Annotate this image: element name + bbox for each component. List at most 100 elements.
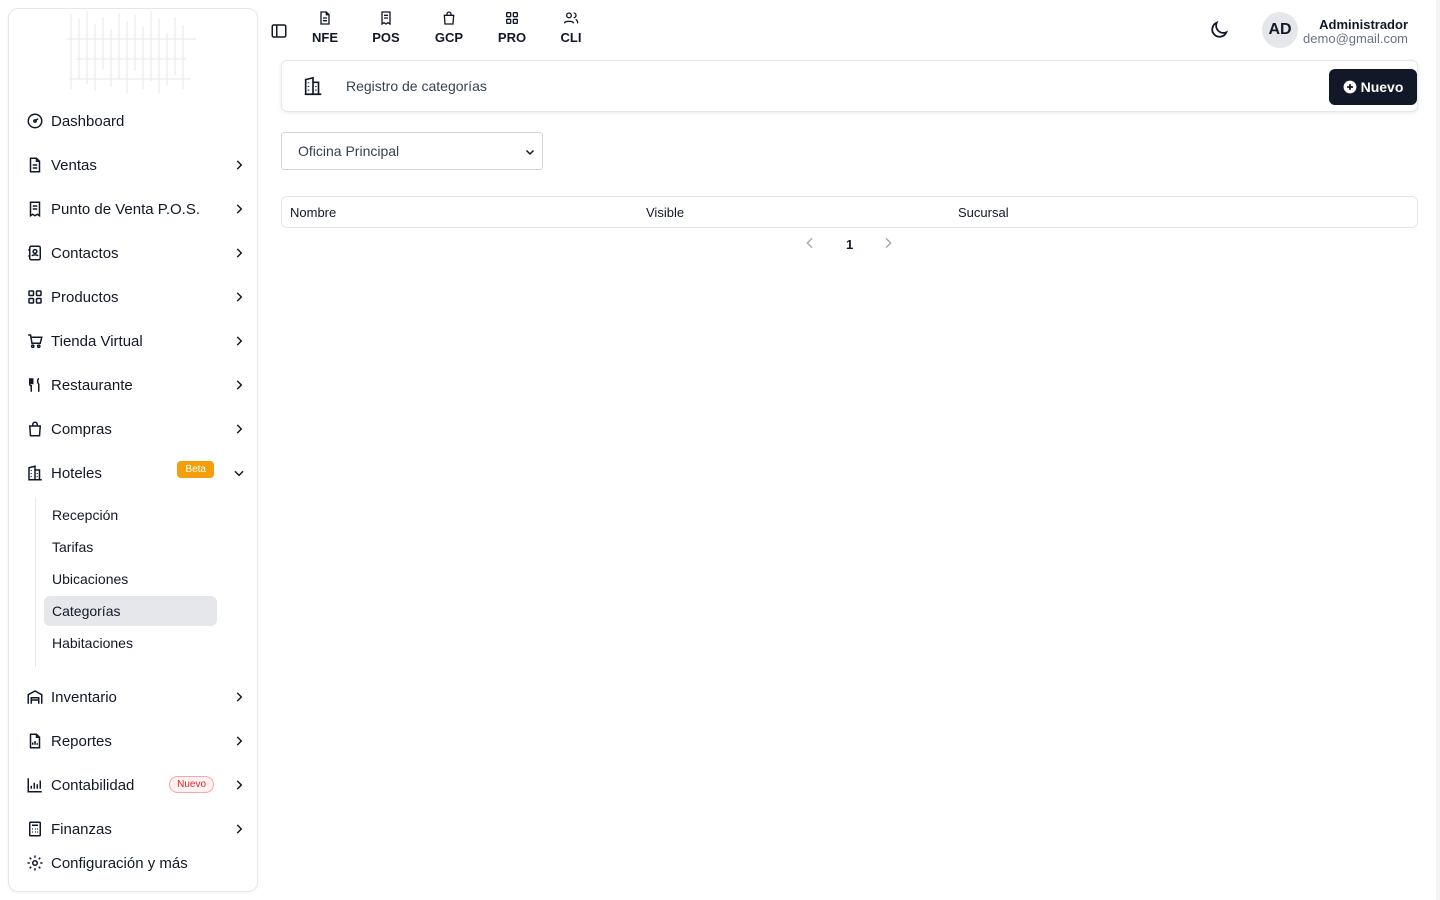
sidebar-item-label: Hoteles (51, 464, 102, 482)
sidebar-item-compras[interactable]: Compras (25, 413, 247, 445)
sidebar-item-ventas[interactable]: Ventas (25, 149, 247, 181)
sidebar: Dashboard Ventas Punto de Venta P.O.S. C… (8, 8, 258, 892)
gauge-icon (25, 111, 45, 131)
grid-icon (25, 287, 45, 307)
sidebar-item-inventario[interactable]: Inventario (25, 681, 247, 713)
branch-select-value: Oficina Principal (298, 143, 400, 159)
warehouse-icon (25, 687, 45, 707)
nuevo-badge: Nuevo (169, 776, 214, 793)
report-icon (25, 731, 45, 751)
chevron-right-icon (231, 245, 247, 261)
panel-left-icon (271, 24, 287, 38)
sidebar-item-label: Configuración y más (51, 854, 188, 872)
chevron-right-icon (231, 157, 247, 173)
scrollbar[interactable] (1436, 0, 1440, 900)
shopping-bag-icon (25, 419, 45, 439)
quick-link-label: POS (372, 30, 400, 45)
page-title: Registro de categorías (346, 78, 487, 94)
user-email: demo@gmail.com (1303, 31, 1408, 46)
submenu-divider (35, 497, 36, 667)
plus-circle-icon (1343, 80, 1357, 94)
sidebar-item-productos[interactable]: Productos (25, 281, 247, 313)
chevron-down-icon (525, 149, 535, 156)
submenu-item-categorias[interactable]: Categorías (44, 596, 217, 626)
sidebar-item-hoteles[interactable]: Hoteles Beta (25, 457, 247, 489)
chevron-down-icon (231, 465, 247, 481)
chevron-right-icon (231, 821, 247, 837)
quick-link-nfe[interactable]: NFE (302, 10, 348, 50)
chevron-right-icon (231, 333, 247, 349)
sidebar-item-label: Ventas (51, 156, 97, 174)
calculator-icon (25, 819, 45, 839)
chevron-right-icon (231, 377, 247, 393)
beta-badge: Beta (177, 461, 214, 478)
sidebar-item-dashboard[interactable]: Dashboard (25, 105, 247, 137)
shopping-bag-icon (443, 11, 455, 25)
sidebar-toggle-button[interactable] (266, 18, 292, 44)
quick-link-pos[interactable]: POS (363, 10, 409, 50)
chevron-left-icon[interactable] (802, 235, 818, 251)
grid-icon (506, 12, 518, 24)
contact-book-icon (25, 243, 45, 263)
chevron-right-icon (231, 201, 247, 217)
quick-link-label: NFE (312, 30, 338, 45)
chevron-right-icon (231, 733, 247, 749)
branch-select[interactable]: Oficina Principal (281, 132, 543, 170)
sidebar-item-label: Contactos (51, 244, 119, 262)
sidebar-item-label: Finanzas (51, 820, 112, 838)
submenu-item-tarifas[interactable]: Tarifas (44, 532, 217, 562)
sidebar-item-label: Restaurante (51, 376, 133, 394)
column-header-sucursal[interactable]: Sucursal (958, 205, 1009, 220)
sidebar-item-reportes[interactable]: Reportes (25, 725, 247, 757)
column-header-nombre[interactable]: Nombre (290, 205, 336, 220)
building-icon (25, 463, 45, 483)
sidebar-item-label: Dashboard (51, 112, 125, 130)
quick-link-pro[interactable]: PRO (489, 10, 535, 50)
quick-link-label: PRO (497, 30, 527, 45)
file-text-icon (25, 155, 45, 175)
company-logo (66, 11, 196, 93)
sidebar-item-contactos[interactable]: Contactos (25, 237, 247, 269)
building-icon (304, 76, 322, 96)
submenu-item-habitaciones[interactable]: Habitaciones (44, 628, 217, 658)
chevron-right-icon[interactable] (880, 235, 896, 251)
sidebar-item-label: Inventario (51, 688, 117, 706)
page-header: Registro de categorías Nuevo (281, 60, 1418, 112)
gear-icon (25, 853, 45, 873)
sidebar-item-restaurante[interactable]: Restaurante (25, 369, 247, 401)
sidebar-item-finanzas[interactable]: Finanzas (25, 813, 247, 845)
new-button[interactable]: Nuevo (1329, 69, 1417, 105)
chevron-right-icon (231, 777, 247, 793)
quick-link-cli[interactable]: CLI (548, 10, 594, 50)
utensils-icon (25, 375, 45, 395)
sidebar-item-label: Contabilidad (51, 776, 135, 794)
pagination-current-page[interactable]: 1 (846, 237, 853, 252)
avatar[interactable]: AD (1262, 12, 1298, 48)
sidebar-item-configuracion[interactable]: Configuración y más (25, 847, 247, 879)
sidebar-item-contabilidad[interactable]: Contabilidad Nuevo (25, 769, 247, 801)
sidebar-item-label: Compras (51, 420, 112, 438)
column-header-visible[interactable]: Visible (646, 205, 684, 220)
chevron-right-icon (231, 421, 247, 437)
sidebar-item-label: Productos (51, 288, 119, 306)
moon-icon[interactable] (1208, 19, 1230, 41)
sidebar-item-tienda-virtual[interactable]: Tienda Virtual (25, 325, 247, 357)
new-button-label: Nuevo (1360, 79, 1404, 95)
sidebar-item-label: Punto de Venta P.O.S. (51, 200, 201, 218)
chevron-right-icon (231, 689, 247, 705)
quick-link-gcp[interactable]: GCP (426, 10, 472, 50)
quick-link-label: CLI (560, 30, 582, 45)
bar-chart-icon (25, 775, 45, 795)
receipt-icon (25, 199, 45, 219)
quick-link-label: GCP (434, 30, 464, 45)
sidebar-item-label: Tienda Virtual (51, 332, 143, 350)
submenu-item-recepcion[interactable]: Recepción (44, 500, 217, 530)
receipt-icon (381, 11, 391, 26)
sidebar-item-label: Reportes (51, 732, 112, 750)
sidebar-item-pos[interactable]: Punto de Venta P.O.S. (25, 193, 247, 225)
user-name: Administrador (1319, 17, 1408, 32)
cart-icon (25, 331, 45, 351)
submenu-item-ubicaciones[interactable]: Ubicaciones (44, 564, 217, 594)
file-text-icon (320, 11, 330, 25)
categories-table: Nombre Visible Sucursal (281, 196, 1418, 228)
